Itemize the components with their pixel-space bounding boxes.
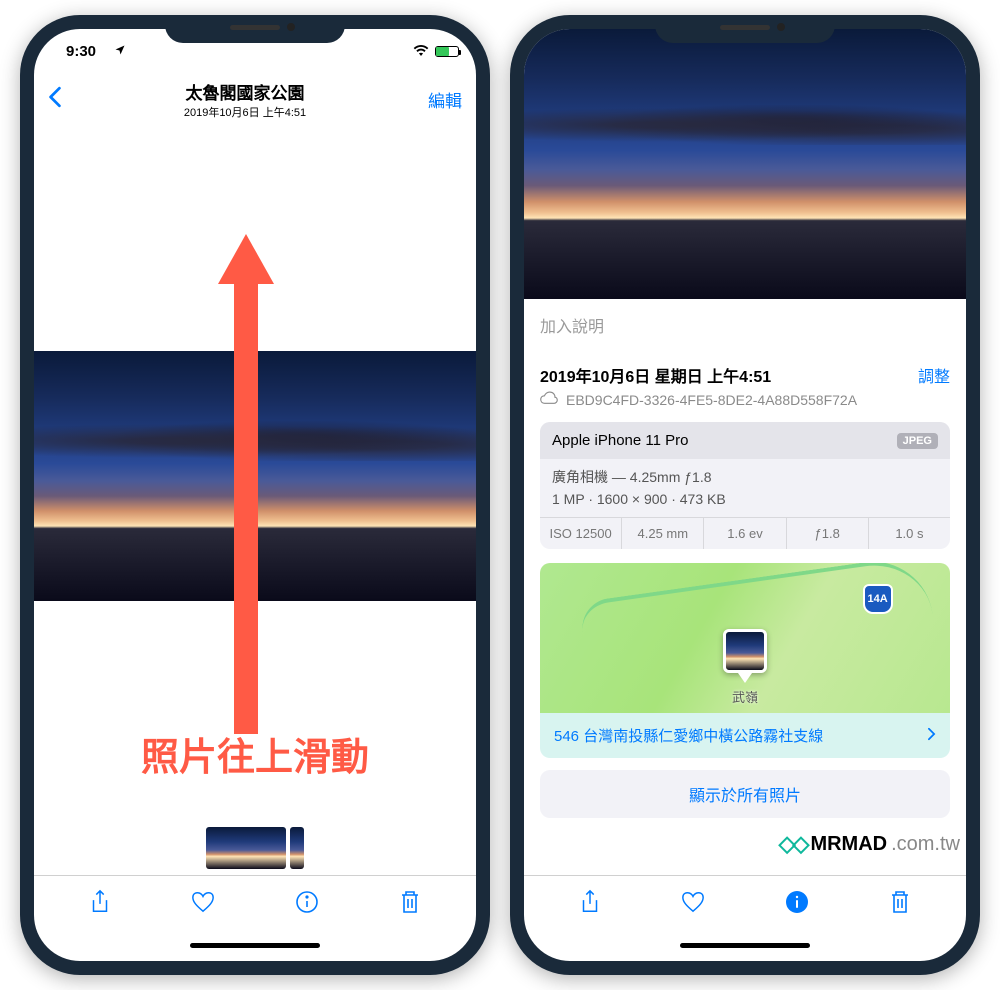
thumbnail-next[interactable] (290, 827, 304, 869)
map-address: 546 台灣南投縣仁愛鄉中橫公路霧社支線 (554, 725, 823, 746)
phone-left: 9:30 ⚡ 太魯閣國家公園 2019年10月6日 上午4:51 編輯 (20, 15, 490, 975)
show-in-all-photos-button[interactable]: 顯示於所有照片 (540, 770, 950, 818)
route-shield-icon: 14A (863, 584, 893, 614)
wifi-icon (413, 43, 429, 60)
bottom-toolbar (34, 875, 476, 933)
nav-subtitle: 2019年10月6日 上午4:51 (184, 104, 306, 120)
info-button-active[interactable] (785, 889, 809, 920)
phone-right: 加入說明 2019年10月6日 星期日 上午4:51 調整 EBD9C4FD-3… (510, 15, 980, 975)
file-row: EBD9C4FD-3326-4FE5-8DE2-4A88D558F72A (540, 391, 950, 422)
map-pin: 武嶺 (723, 629, 767, 706)
map-card[interactable]: 14A 武嶺 546 台灣南投縣仁愛鄉中橫公路霧社支線 (540, 563, 950, 758)
share-button[interactable] (88, 889, 112, 920)
info-panel[interactable]: 加入說明 2019年10月6日 星期日 上午4:51 調整 EBD9C4FD-3… (524, 299, 966, 875)
home-indicator[interactable] (34, 933, 476, 961)
status-time: 9:30 (66, 43, 96, 60)
nav-bar: 太魯閣國家公園 2019年10月6日 上午4:51 編輯 (34, 73, 476, 130)
thumbnail-strip[interactable] (34, 821, 476, 875)
exif-device: Apple iPhone 11 Pro (552, 432, 689, 449)
swipe-up-arrow-annotation (218, 234, 274, 734)
exif-card: Apple iPhone 11 Pro JPEG 廣角相機 — 4.25mm ƒ… (540, 422, 950, 549)
icloud-icon (540, 391, 558, 408)
map-preview[interactable]: 14A 武嶺 (540, 563, 950, 713)
delete-button[interactable] (398, 889, 422, 920)
swipe-up-label-annotation: 照片往上滑動 (141, 726, 369, 781)
watermark-domain: .com.tw (891, 833, 960, 856)
exif-focal: 4.25 mm (622, 518, 704, 549)
date-row: 2019年10月6日 星期日 上午4:51 調整 (540, 349, 950, 391)
exif-ev: 1.6 ev (704, 518, 786, 549)
thumbnail-current[interactable] (206, 827, 286, 869)
exif-grid: ISO 12500 4.25 mm 1.6 ev ƒ1.8 1.0 s (540, 517, 950, 549)
notch (165, 15, 345, 43)
add-caption-field[interactable]: 加入說明 (540, 299, 950, 349)
share-button[interactable] (578, 889, 602, 920)
map-pin-label: 武嶺 (732, 687, 758, 706)
exif-lens: 廣角相機 — 4.25mm ƒ1.8 (552, 467, 938, 487)
favorite-button[interactable] (191, 889, 215, 920)
info-button[interactable] (295, 889, 319, 920)
exif-aperture: ƒ1.8 (787, 518, 869, 549)
exif-dimensions: 1 MP · 1600 × 900 · 473 KB (552, 491, 938, 507)
photo-collapsed[interactable] (524, 29, 966, 299)
battery-icon (435, 46, 459, 57)
adjust-date-button[interactable]: 調整 (918, 363, 950, 387)
exif-format-badge: JPEG (897, 433, 938, 449)
map-address-row[interactable]: 546 台灣南投縣仁愛鄉中橫公路霧社支線 (540, 713, 950, 758)
watermark-logo-icon: ◇◇ (779, 831, 807, 857)
nav-title: 太魯閣國家公園 (184, 79, 306, 104)
back-button[interactable] (48, 84, 62, 115)
home-indicator[interactable] (524, 933, 966, 961)
exif-iso: ISO 12500 (540, 518, 622, 549)
location-services-icon (114, 43, 126, 60)
watermark-brand: MRMAD (810, 833, 887, 856)
photo-viewport[interactable]: 照片往上滑動 (34, 130, 476, 821)
screen-photo-info: 加入說明 2019年10月6日 星期日 上午4:51 調整 EBD9C4FD-3… (524, 29, 966, 961)
watermark: ◇◇ MRMAD.com.tw (779, 831, 960, 857)
delete-button[interactable] (888, 889, 912, 920)
file-identifier: EBD9C4FD-3326-4FE5-8DE2-4A88D558F72A (566, 392, 857, 408)
exif-shutter: 1.0 s (869, 518, 950, 549)
photo-datetime: 2019年10月6日 星期日 上午4:51 (540, 363, 771, 387)
screen-photo-viewer: 9:30 ⚡ 太魯閣國家公園 2019年10月6日 上午4:51 編輯 (34, 29, 476, 961)
nav-title-group: 太魯閣國家公園 2019年10月6日 上午4:51 (184, 79, 306, 120)
chevron-right-icon (927, 727, 936, 745)
favorite-button[interactable] (681, 889, 705, 920)
edit-button[interactable]: 編輯 (428, 87, 462, 112)
bottom-toolbar (524, 875, 966, 933)
notch (655, 15, 835, 43)
